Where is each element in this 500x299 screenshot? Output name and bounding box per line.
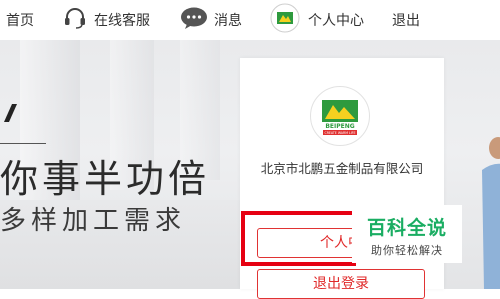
logo-wordmark: BEIPENG bbox=[325, 123, 354, 130]
watermark-title: 百科全说 bbox=[366, 217, 447, 239]
nav-messages-label: 消息 bbox=[214, 13, 242, 29]
nav-logout-link[interactable]: 退出 bbox=[392, 0, 420, 40]
chat-bubble-icon bbox=[180, 6, 208, 34]
banner-divider bbox=[0, 143, 46, 144]
logout-button[interactable]: 退出登录 bbox=[257, 269, 425, 299]
beipeng-logo-icon: BEIPENG CREATE WARM LIFE bbox=[322, 100, 358, 135]
watermark-badge: 百科全说 助你轻松解决 bbox=[352, 205, 462, 263]
nav-service-link[interactable]: 在线客服 bbox=[62, 0, 150, 40]
headset-icon bbox=[62, 5, 88, 35]
highlight-box bbox=[241, 211, 356, 266]
nav-logout-label: 退出 bbox=[392, 13, 420, 29]
logo-tagline: CREATE WARM LIFE bbox=[324, 131, 355, 135]
nav-profile-link[interactable]: 个人中心 bbox=[270, 0, 364, 40]
nav-home-label: 首页 bbox=[6, 13, 34, 29]
banner-slogan-line1: 你事半功倍 bbox=[0, 157, 211, 201]
company-avatar-icon bbox=[270, 3, 300, 37]
nav-service-label: 在线客服 bbox=[94, 13, 150, 29]
nav-messages-link[interactable]: 消息 bbox=[180, 0, 242, 40]
company-logo: BEIPENG CREATE WARM LIFE bbox=[310, 86, 370, 146]
nav-profile-label: 个人中心 bbox=[308, 13, 364, 29]
nav-home-link[interactable]: 首页 bbox=[6, 0, 34, 40]
watermark-subtitle: 助你轻松解决 bbox=[371, 244, 443, 257]
top-navigation: 首页 在线客服 消息 个人中心 退出 bbox=[0, 0, 500, 40]
person-figure-icon bbox=[482, 137, 500, 289]
banner-slogan-line2: 多样加工需求 bbox=[0, 206, 187, 236]
logo-fragment-icon bbox=[4, 104, 17, 122]
company-name: 北京市北鹏五金制品有限公司 bbox=[260, 161, 424, 176]
